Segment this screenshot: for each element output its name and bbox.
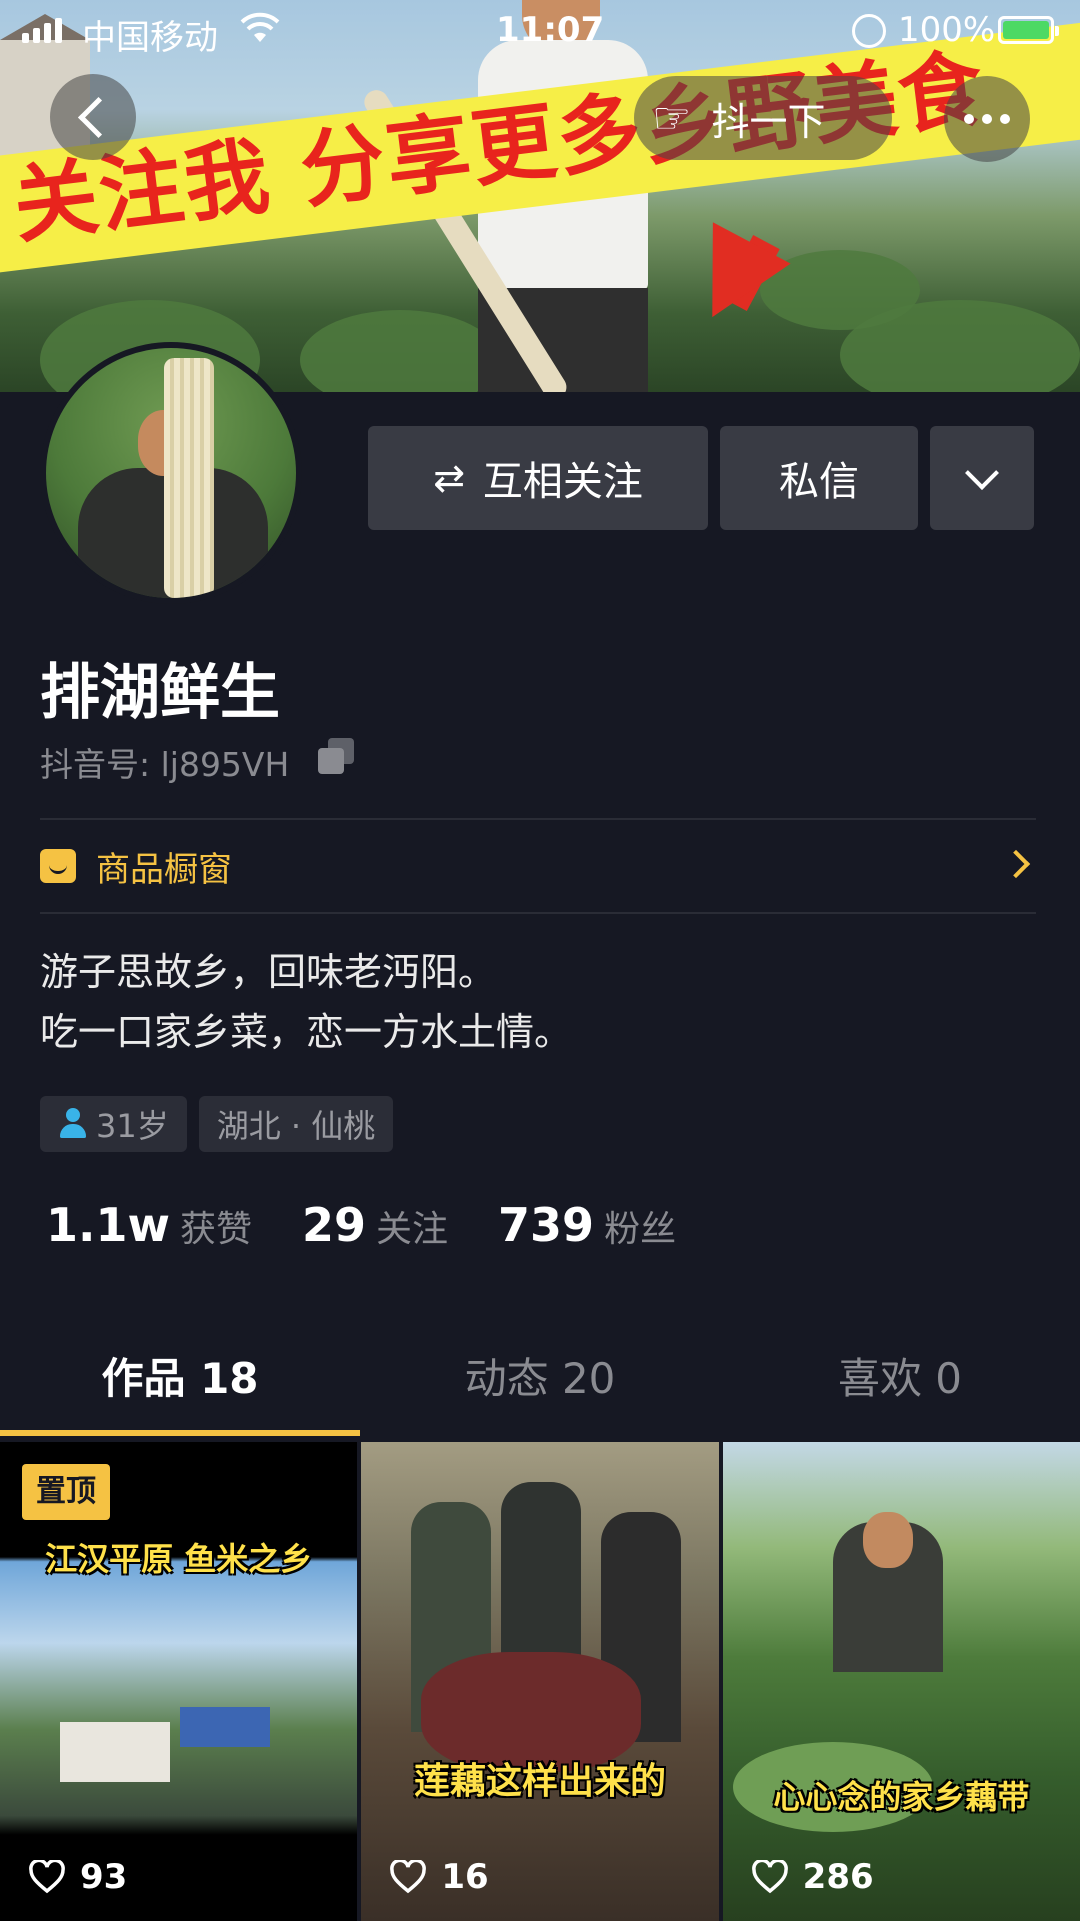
swap-icon: ⇄ — [433, 456, 465, 500]
rotation-lock-icon — [852, 14, 886, 48]
mutual-follow-label: 互相关注 — [482, 459, 643, 505]
heart-icon — [390, 1860, 427, 1894]
followers-label[interactable]: 粉丝 — [604, 1200, 676, 1252]
content-tabs: 作品 18 动态 20 喜欢 0 — [0, 1340, 1080, 1440]
video-thumbnail[interactable]: 置顶 江汉平原 鱼米之乡 93 — [0, 1442, 358, 1921]
pointing-hand-icon: ☞ — [652, 92, 692, 144]
douyin-id: 抖音号: lj895VH — [40, 745, 290, 784]
shop-label: 商品橱窗 — [96, 849, 232, 890]
video-thumbnail[interactable]: 心心念的家乡藕带 286 — [722, 1442, 1080, 1921]
divider — [40, 912, 1036, 914]
heart-icon — [751, 1860, 788, 1894]
more-dot-icon — [964, 114, 974, 124]
tab-likes[interactable]: 喜欢 0 — [720, 1340, 1080, 1440]
status-time: 11:07 — [496, 10, 605, 50]
person-icon — [58, 1108, 88, 1140]
red-arrow-icon — [673, 222, 791, 338]
video-grid: 置顶 江汉平原 鱼米之乡 93 莲藕这样出来的 16 心心念的家乡藕带 286 — [0, 1442, 1080, 1921]
more-dot-icon — [982, 114, 992, 124]
more-dot-icon — [1000, 114, 1010, 124]
shake-label: 抖一下 — [711, 99, 826, 144]
carrier-label: 中国移动 — [82, 18, 218, 58]
more-options-button[interactable] — [944, 76, 1030, 162]
bio: 游子思故乡，回味老沔阳。 吃一口家乡菜，恋一方水土情。 — [40, 942, 572, 1062]
age-tag: 31岁 — [40, 1096, 187, 1152]
banner-lotus-leaf — [300, 310, 500, 392]
video-likes-count: 16 — [441, 1857, 489, 1897]
profile-name: 排湖鲜生 — [40, 658, 280, 728]
battery-percent: 100% — [898, 10, 996, 50]
video-likes-count: 286 — [802, 1857, 874, 1897]
profile-tags: 31岁 湖北 · 仙桃 — [40, 1096, 394, 1152]
back-button[interactable] — [50, 74, 136, 160]
copy-icon[interactable] — [318, 738, 358, 778]
avatar[interactable] — [40, 342, 302, 604]
expand-button[interactable] — [930, 426, 1034, 530]
following-label[interactable]: 关注 — [376, 1200, 448, 1252]
divider — [40, 818, 1036, 820]
chevron-down-icon — [965, 456, 999, 490]
location-tag: 湖北 · 仙桃 — [198, 1096, 394, 1152]
heart-icon — [29, 1860, 65, 1894]
following-count[interactable]: 29 — [302, 1198, 366, 1252]
video-likes: 16 — [389, 1857, 489, 1897]
followers-count[interactable]: 739 — [498, 1198, 594, 1252]
thumbnail-roof — [180, 1707, 270, 1747]
age-label: 31岁 — [96, 1107, 169, 1145]
chevron-right-icon — [1001, 849, 1031, 879]
video-caption: 心心念的家乡藕带 — [773, 1778, 1030, 1816]
back-arrow-icon — [77, 96, 119, 138]
bio-line: 游子思故乡，回味老沔阳。 — [40, 950, 497, 994]
shop-icon — [40, 849, 76, 883]
likes-label: 获赞 — [179, 1209, 252, 1250]
battery-icon — [998, 16, 1059, 44]
thumbnail-building — [60, 1722, 170, 1782]
video-caption: 江汉平原 鱼米之乡 — [45, 1540, 313, 1578]
avatar-image — [46, 348, 296, 598]
bio-line: 吃一口家乡菜，恋一方水土情。 — [40, 1010, 573, 1054]
profile-stats: 1.1w 获赞 29 关注 739 粉丝 — [46, 1198, 726, 1252]
likes-count: 1.1w — [46, 1198, 170, 1252]
video-thumbnail[interactable]: 莲藕这样出来的 16 — [361, 1442, 719, 1921]
video-likes: 93 — [28, 1857, 127, 1897]
video-likes-count: 93 — [80, 1857, 128, 1897]
shop-window-entry[interactable]: 商品橱窗 — [40, 838, 1036, 894]
avatar-lotus-stalks — [164, 358, 214, 598]
thumbnail-face — [862, 1512, 913, 1568]
tab-activity[interactable]: 动态 20 — [360, 1340, 720, 1440]
tab-works[interactable]: 作品 18 — [0, 1340, 360, 1440]
message-button[interactable]: 私信 — [720, 426, 918, 530]
wifi-icon — [240, 12, 280, 42]
video-caption: 莲藕这样出来的 — [413, 1761, 666, 1802]
message-label: 私信 — [779, 459, 859, 505]
video-likes: 286 — [751, 1857, 874, 1897]
shake-button[interactable]: ☞ 抖一下 — [634, 76, 892, 160]
status-bar: 中国移动 11:07 100% — [0, 0, 1080, 60]
signal-icon — [22, 18, 62, 43]
mutual-follow-button[interactable]: ⇄ 互相关注 — [368, 426, 708, 530]
pinned-badge: 置顶 — [22, 1464, 110, 1520]
location-label: 湖北 · 仙桃 — [216, 1107, 376, 1145]
